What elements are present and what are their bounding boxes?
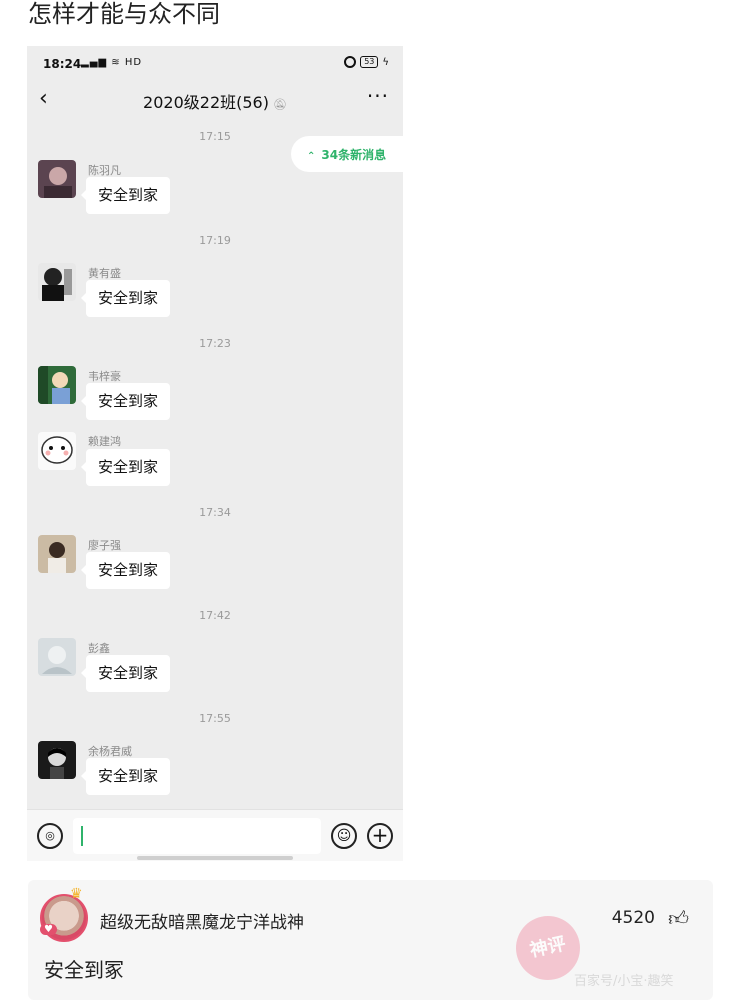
like-count: 4520: [611, 908, 655, 928]
post-title: 怎样才能与众不同: [28, 0, 220, 28]
message-input[interactable]: [73, 818, 321, 854]
message-bubble[interactable]: 安全到家: [80, 655, 171, 692]
avatar[interactable]: [38, 160, 76, 198]
message-timestamp: 17:15: [199, 130, 231, 143]
signal-icon: ▂▄▆: [81, 57, 108, 68]
avatar[interactable]: [38, 366, 76, 404]
plus-icon[interactable]: +: [367, 823, 393, 849]
chat-title: 2020级22班(56): [143, 93, 269, 112]
voice-icon[interactable]: ◎: [37, 823, 63, 849]
chat-input-bar: ◎ ☺ +: [27, 809, 403, 861]
message-timestamp: 17:34: [199, 506, 231, 519]
message-bubble[interactable]: 安全到家: [80, 758, 171, 795]
commenter-name[interactable]: 超级无敌暗黑魔龙宁洋战神: [100, 908, 304, 933]
message-bubble[interactable]: 安全到家: [80, 383, 171, 420]
chat-title-wrap[interactable]: 2020级22班(56) 🔕︎: [27, 89, 403, 113]
comment-text: 安全到冢: [44, 958, 124, 982]
charging-icon: ϟ: [382, 56, 389, 68]
avatar[interactable]: [38, 263, 76, 301]
message-bubble[interactable]: 安全到家: [80, 552, 171, 589]
avatar[interactable]: [38, 535, 76, 573]
sender-name: 廖子强: [88, 539, 121, 552]
sender-name: 余杨君威: [88, 745, 132, 758]
avatar[interactable]: [38, 432, 76, 470]
message-bubble[interactable]: 安全到家: [80, 280, 171, 317]
vip-badge-icon: ♥: [40, 924, 57, 935]
battery-icon: 53: [360, 56, 379, 68]
message-timestamp: 17:23: [199, 337, 231, 350]
chat-header: ‹ 2020级22班(56) 🔕︎ ···: [27, 82, 403, 118]
sender-name: 赖建鸿: [88, 435, 121, 448]
comment-card: ♛ ♥ 超级无敌暗黑魔龙宁洋战神 神评 4520 👍︎ 安全到冢 百家号/小宝·…: [28, 880, 713, 1000]
avatar[interactable]: [38, 741, 76, 779]
network-indicator: ▂▄▆ ≋ HD: [81, 57, 142, 68]
new-messages-label: 34条新消息: [321, 148, 387, 162]
emoji-icon[interactable]: ☺: [331, 823, 357, 849]
message-timestamp: 17:42: [199, 609, 231, 622]
double-chevron-up-icon: ⌃: [307, 151, 316, 162]
sender-name: 韦梓豪: [88, 370, 121, 383]
status-time: 18:24: [43, 57, 82, 71]
message-bubble[interactable]: 安全到家: [80, 177, 171, 214]
message-timestamp: 17:19: [199, 234, 231, 247]
sender-name: 陈羽凡: [88, 164, 121, 177]
bell-muted-icon: 🔕︎: [272, 98, 287, 111]
thumb-up-icon[interactable]: 👍︎: [668, 906, 689, 931]
crown-icon: ♛: [70, 886, 83, 902]
sender-name: 彭鑫: [88, 642, 110, 655]
network-label: HD: [124, 57, 143, 68]
status-right: 53 ϟ: [344, 56, 389, 68]
status-bar: 18:24 ▂▄▆ ≋ HD 53 ϟ: [27, 46, 403, 82]
alarm-icon: [344, 56, 357, 68]
avatar[interactable]: [38, 638, 76, 676]
message-timestamp: 17:55: [199, 712, 231, 725]
home-indicator: [137, 856, 293, 860]
watermark: 百家号/小宝·趣笑: [574, 974, 674, 989]
wifi-icon: ≋: [111, 57, 121, 68]
text-caret: [81, 826, 83, 846]
sender-name: 黄有盛: [88, 267, 121, 280]
chat-screenshot: 18:24 ▂▄▆ ≋ HD 53 ϟ ‹ 2020级22班(56) 🔕︎ ···…: [27, 46, 403, 861]
message-bubble[interactable]: 安全到家: [80, 449, 171, 486]
more-dots-icon[interactable]: ···: [367, 84, 389, 108]
